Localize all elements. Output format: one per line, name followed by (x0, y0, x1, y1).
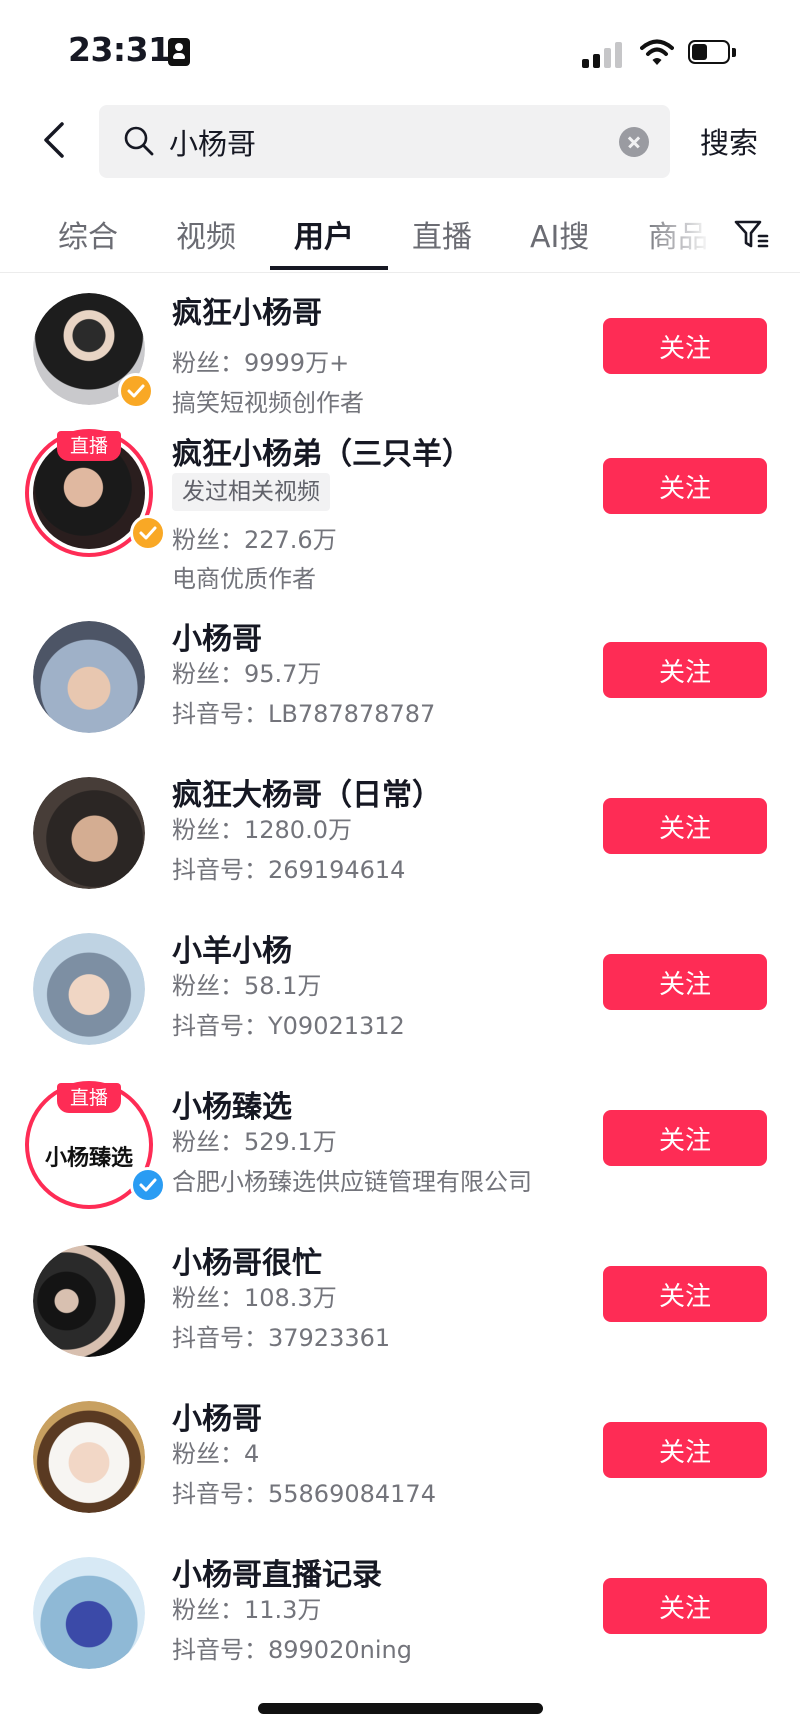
filter-icon[interactable] (733, 216, 769, 252)
follower-count: 粉丝：4 (172, 1440, 260, 1468)
follow-button[interactable]: 关注 (603, 318, 767, 374)
user-name[interactable]: 小杨臻选 (172, 1082, 292, 1126)
user-detail: 合肥小杨臻选供应链管理有限公司 (172, 1168, 532, 1196)
tab-fade (640, 200, 730, 270)
user-name[interactable]: 小杨哥 (172, 614, 262, 658)
user-list-item[interactable]: 小杨哥 粉丝：4 抖音号：55869084174 关注 (0, 1388, 800, 1544)
avatar[interactable] (33, 1245, 145, 1357)
follow-button[interactable]: 关注 (603, 1578, 767, 1634)
back-arrow-icon[interactable] (36, 118, 76, 162)
follow-button[interactable]: 关注 (603, 458, 767, 514)
follow-button[interactable]: 关注 (603, 1266, 767, 1322)
avatar[interactable] (33, 1401, 145, 1513)
wifi-icon (640, 39, 674, 65)
user-list-item[interactable]: 小羊小杨 粉丝：58.1万抖音号：Y09021312 关注 (0, 920, 800, 1076)
verified-icon (130, 515, 166, 551)
verified-icon (130, 1167, 166, 1203)
tab-users[interactable]: 用户 (294, 212, 354, 256)
follower-count: 粉丝：108.3万 (172, 1284, 337, 1312)
user-detail: 抖音号：269194614 (172, 856, 406, 884)
verified-icon (118, 373, 154, 409)
signal-icon (582, 40, 624, 68)
user-list-item[interactable]: 疯狂小杨哥粉丝：9999万+ 搞笑短视频创作者 关注 (0, 273, 800, 423)
follow-button[interactable]: 关注 (603, 798, 767, 854)
user-name[interactable]: 小杨哥直播记录 (172, 1550, 382, 1594)
follow-button[interactable]: 关注 (603, 954, 767, 1010)
live-badge: 直播 (57, 431, 121, 461)
search-button[interactable]: 搜索 (700, 120, 758, 162)
search-box[interactable] (99, 105, 670, 178)
user-name[interactable]: 小杨哥很忙 (172, 1238, 322, 1282)
search-input[interactable] (167, 115, 591, 169)
tab-indicator (270, 266, 388, 270)
follower-count: 粉丝：9999万+ (172, 349, 350, 377)
user-detail: 搞笑短视频创作者 (172, 389, 364, 417)
user-detail: 抖音号：LB787878787 (172, 700, 436, 728)
tab-videos[interactable]: 视频 (176, 212, 236, 256)
brand-logo-text: 小杨臻选 (44, 1146, 133, 1171)
tab-live[interactable]: 直播 (412, 212, 472, 256)
user-list-item[interactable]: 小杨哥 粉丝：95.7万抖音号：LB787878787 关注 (0, 608, 800, 764)
user-detail: 抖音号：Y09021312 (172, 1012, 405, 1040)
related-video-tag: 发过相关视频 (172, 473, 330, 511)
tab-all[interactable]: 综合 (58, 212, 118, 256)
status-bar: 23:31 (0, 0, 800, 100)
follow-button[interactable]: 关注 (603, 642, 767, 698)
battery-icon (688, 40, 738, 66)
user-name[interactable]: 小羊小杨 (172, 926, 292, 970)
search-icon (124, 126, 154, 156)
user-list-item[interactable]: 小杨臻选 直播 小杨臻选 粉丝：529.1万 合肥小杨臻选供应链管理有限公司 关注 (0, 1076, 800, 1232)
user-name[interactable]: 疯狂小杨哥 (172, 288, 322, 332)
follower-count: 粉丝：529.1万 (172, 1128, 337, 1156)
user-list-item[interactable]: 小杨哥很忙 粉丝：108.3万抖音号：37923361 关注 (0, 1232, 800, 1388)
follower-count: 粉丝：1280.0万 (172, 816, 352, 844)
user-list-item[interactable]: 小杨哥直播记录 粉丝：11.3万抖音号：899020ning 关注 (0, 1544, 800, 1700)
follower-count: 粉丝：11.3万 (172, 1596, 322, 1624)
id-card-icon (168, 38, 190, 66)
follower-count: 粉丝：227.6万 (172, 526, 337, 554)
follower-count: 粉丝：95.7万 (172, 660, 322, 688)
result-tabs: 综合 视频 用户 直播 AI搜 商品 (0, 200, 800, 273)
follower-count: 粉丝：58.1万 (172, 972, 322, 1000)
status-time: 23:31 (68, 30, 171, 69)
avatar[interactable] (33, 777, 145, 889)
user-detail: 抖音号：55869084174 (172, 1480, 436, 1508)
follow-button[interactable]: 关注 (603, 1422, 767, 1478)
user-detail: 抖音号：37923361 (172, 1324, 391, 1352)
search-header: 搜索 (0, 100, 800, 180)
tab-ai-search[interactable]: AI搜 (530, 212, 589, 256)
user-name[interactable]: 疯狂大杨哥（日常） (172, 770, 442, 814)
user-name[interactable]: 小杨哥 (172, 1394, 262, 1438)
user-name[interactable]: 疯狂小杨弟（三只羊） (172, 429, 472, 473)
user-detail: 电商优质作者 (172, 565, 316, 593)
avatar[interactable] (33, 621, 145, 733)
user-list-item[interactable]: 疯狂大杨哥（日常） 粉丝：1280.0万抖音号：269194614 关注 (0, 764, 800, 920)
avatar[interactable] (33, 933, 145, 1045)
live-badge: 直播 (57, 1083, 121, 1113)
follow-button[interactable]: 关注 (603, 1110, 767, 1166)
user-list-item[interactable]: 直播 疯狂小杨弟（三只羊） 发过相关视频粉丝：227.6万 电商优质作者 关注 (0, 423, 800, 608)
avatar[interactable] (33, 1557, 145, 1669)
home-indicator (258, 1703, 543, 1714)
clear-icon[interactable] (619, 127, 649, 157)
user-detail: 抖音号：899020ning (172, 1636, 412, 1664)
